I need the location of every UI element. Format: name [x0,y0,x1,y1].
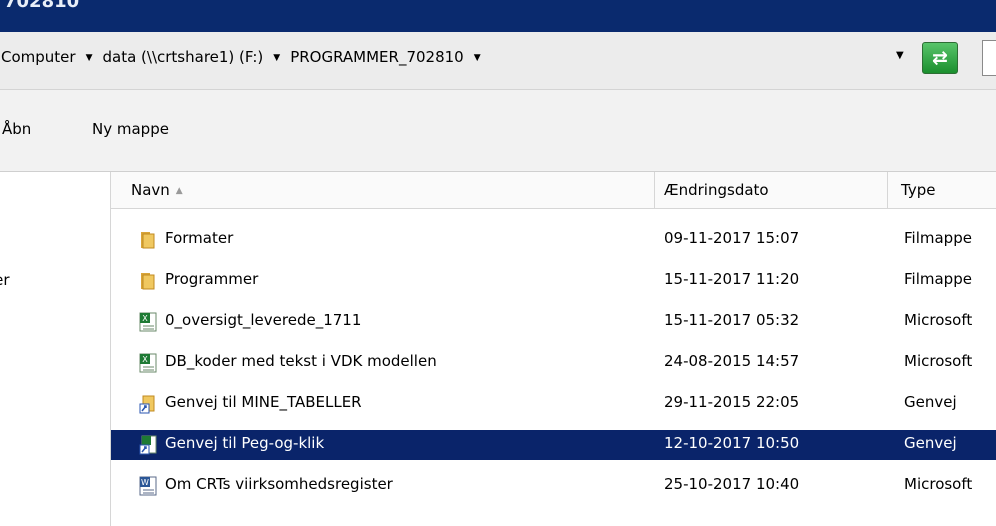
folder-icon [137,229,159,251]
search-input[interactable] [982,40,996,76]
file-type: Microsoft [904,475,973,493]
file-type: Filmappe [904,229,972,247]
file-type: Microsoft [904,311,973,329]
folder-shortcut-icon [137,393,159,415]
column-header-date-label: Ændringsdato [664,181,769,199]
file-row[interactable]: X 0_oversigt_leverede_1711 15-11-2017 05:3… [111,307,996,337]
navigation-pane: ler [0,172,111,526]
file-type: Genvej [904,434,957,452]
file-row[interactable]: Genvej til Peg-og-klik 12-10-2017 10:50 Ge… [111,430,996,460]
file-name: Om CRTs viirksomhedsregister [165,475,393,493]
excel-shortcut-icon [137,434,159,456]
column-header-name-label: Navn [131,181,170,199]
breadcrumb-drive[interactable]: data (\\crtshare1) (F:) [100,48,267,66]
file-name: 0_oversigt_leverede_1711 [165,311,362,329]
breadcrumb-computer[interactable]: Computer [0,48,79,66]
new-folder-button[interactable]: Ny mappe [92,120,169,138]
svg-text:W: W [141,478,149,487]
file-name: Formater [165,229,234,247]
file-type: Genvej [904,393,957,411]
open-button[interactable]: Åbn [2,120,31,138]
window-titlebar: 702810 [0,0,996,32]
file-row[interactable]: X DB_koder med tekst i VDK modellen 24-08-… [111,348,996,378]
column-header-type[interactable]: Type [888,172,996,208]
file-name: DB_koder med tekst i VDK modellen [165,352,437,370]
window-title: 702810 [4,0,80,12]
file-date: 29-11-2015 22:05 [664,393,800,411]
address-bar[interactable]: Computer ▼ data (\\crtshare1) (F:) ▼ PROGRAM… [0,32,996,90]
file-date: 24-08-2015 14:57 [664,352,800,370]
nav-item-partial[interactable]: ler [0,271,10,289]
breadcrumb-folder[interactable]: PROGRAMMER_702810 [287,48,467,66]
file-name: Genvej til MINE_TABELLER [165,393,362,411]
excel-file-icon: X [137,311,159,333]
file-date: 09-11-2017 15:07 [664,229,800,247]
file-type: Filmappe [904,270,972,288]
file-name: Genvej til Peg-og-klik [165,434,325,452]
column-header-type-label: Type [901,181,936,199]
refresh-icon: ⇄ [932,47,948,69]
refresh-button[interactable]: ⇄ [922,42,958,74]
file-date: 25-10-2017 10:40 [664,475,800,493]
command-toolbar: Åbn Ny mappe [0,90,996,172]
breadcrumb-arrow-icon[interactable]: ▼ [474,53,481,63]
breadcrumb: Computer ▼ data (\\crtshare1) (F:) ▼ PROGRAM… [0,48,488,66]
file-date: 15-11-2017 11:20 [664,270,800,288]
file-row[interactable]: W Om CRTs viirksomhedsregister 25-10-2017 … [111,471,996,501]
svg-text:X: X [142,355,148,364]
excel-file-icon: X [137,352,159,374]
word-file-icon: W [137,475,159,497]
column-headers: Navn ▲ Ændringsdato Type [111,172,996,209]
file-name: Programmer [165,270,259,288]
folder-icon [137,270,159,292]
breadcrumb-arrow-icon[interactable]: ▼ [86,53,93,63]
file-type: Microsoft [904,352,973,370]
column-header-date[interactable]: Ændringsdato [655,172,888,208]
svg-text:X: X [142,314,148,323]
address-history-dropdown-icon[interactable]: ▼ [896,50,904,61]
column-header-name[interactable]: Navn ▲ [111,172,655,208]
breadcrumb-arrow-icon[interactable]: ▼ [273,53,280,63]
file-date: 12-10-2017 10:50 [664,434,800,452]
file-row[interactable]: Formater 09-11-2017 15:07 Filmappe [111,225,996,255]
file-row[interactable]: Genvej til MINE_TABELLER 29-11-2015 22:05… [111,389,996,419]
file-row[interactable]: Programmer 15-11-2017 11:20 Filmappe [111,266,996,296]
sort-ascending-icon: ▲ [175,186,183,196]
file-date: 15-11-2017 05:32 [664,311,800,329]
